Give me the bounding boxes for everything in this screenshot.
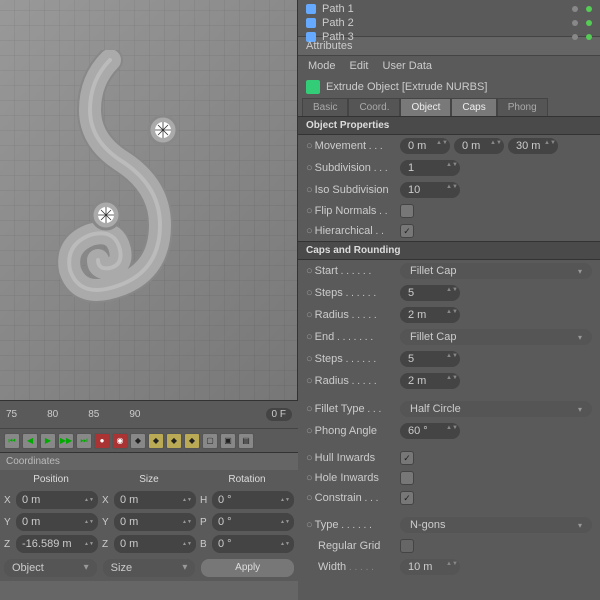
pos-x[interactable]: 0 m▲▼: [16, 491, 98, 509]
hull-inwards-checkbox[interactable]: ✓: [400, 451, 414, 465]
start-steps-field[interactable]: 5▲▼: [400, 285, 460, 301]
tick: 80: [47, 409, 58, 420]
fillet-type-dropdown[interactable]: Half Circle: [400, 401, 592, 417]
tick: 75: [6, 409, 17, 420]
rot-b[interactable]: 0 °▲▼: [212, 535, 294, 553]
movement-y[interactable]: 0 m▲▼: [454, 138, 504, 154]
width-field: 10 m▲▼: [400, 559, 460, 575]
path-icon: [306, 4, 316, 14]
constrain-checkbox[interactable]: ✓: [400, 491, 414, 505]
key-scale-button[interactable]: ◆: [166, 433, 182, 449]
menu-edit[interactable]: Edit: [350, 60, 369, 72]
section-caps: Caps and Rounding: [298, 241, 600, 260]
end-cap-dropdown[interactable]: Fillet Cap: [400, 329, 592, 345]
movement-z[interactable]: 30 m▲▼: [508, 138, 558, 154]
key-pla-button[interactable]: ▣: [220, 433, 236, 449]
tab-basic[interactable]: Basic: [302, 98, 348, 116]
transport-bar: ⏮ ◀ ▶ ▶▶ ⏭ ● ◉ ◆ ◆ ◆ ◆ ▢ ▣ ▤: [0, 428, 298, 452]
key-param-button[interactable]: ▢: [202, 433, 218, 449]
size-z[interactable]: 0 m▲▼: [114, 535, 196, 553]
end-radius-field[interactable]: 2 m▲▼: [400, 373, 460, 389]
extrude-shape: [20, 50, 200, 330]
play-start-button[interactable]: ⏮: [4, 433, 20, 449]
extrude-icon: [306, 80, 320, 94]
tree-item: Path 1: [306, 2, 592, 16]
apply-button[interactable]: Apply: [201, 559, 294, 577]
menu-mode[interactable]: Mode: [308, 60, 336, 72]
start-cap-dropdown[interactable]: Fillet Cap: [400, 263, 592, 279]
col-header: Position: [4, 472, 98, 487]
path-icon: [306, 18, 316, 28]
key-button[interactable]: ◆: [130, 433, 146, 449]
tab-phong[interactable]: Phong: [497, 98, 548, 116]
record-button[interactable]: ●: [94, 433, 110, 449]
pos-y[interactable]: 0 m▲▼: [16, 513, 98, 531]
coordinates-panel: Coordinates Position Size Rotation X0 m▲…: [0, 452, 298, 581]
play-back-button[interactable]: ◀: [22, 433, 38, 449]
tab-object[interactable]: Object: [400, 98, 451, 116]
play-button[interactable]: ▶: [40, 433, 56, 449]
key-anim-button[interactable]: ▤: [238, 433, 254, 449]
autokey-button[interactable]: ◉: [112, 433, 128, 449]
hole-inwards-checkbox[interactable]: [400, 471, 414, 485]
end-steps-field[interactable]: 5▲▼: [400, 351, 460, 367]
col-header: Size: [102, 472, 196, 487]
attr-menu: Mode Edit User Data: [298, 56, 600, 76]
size-y[interactable]: 0 m▲▼: [114, 513, 196, 531]
tick: 90: [129, 409, 140, 420]
coords-mode-dropdown[interactable]: Object: [4, 559, 97, 577]
phong-angle-field[interactable]: 60 °▲▼: [400, 423, 460, 439]
frame-display[interactable]: 0 F: [266, 408, 292, 421]
key-pos-button[interactable]: ◆: [148, 433, 164, 449]
menu-userdata[interactable]: User Data: [383, 60, 433, 72]
tabs: Basic Coord. Object Caps Phong: [298, 98, 600, 116]
tab-caps[interactable]: Caps: [451, 98, 496, 116]
viewport-3d[interactable]: [0, 0, 298, 400]
size-x[interactable]: 0 m▲▼: [114, 491, 196, 509]
hierarchical-checkbox[interactable]: ✓: [400, 224, 414, 238]
iso-field[interactable]: 10▲▼: [400, 182, 460, 198]
start-radius-field[interactable]: 2 m▲▼: [400, 307, 460, 323]
object-title: Extrude Object [Extrude NURBS]: [326, 81, 487, 93]
regular-grid-checkbox: [400, 539, 414, 553]
flip-normals-checkbox[interactable]: [400, 204, 414, 218]
subdivision-field[interactable]: 1▲▼: [400, 160, 460, 176]
play-end-button[interactable]: ⏭: [76, 433, 92, 449]
section-object-props: Object Properties: [298, 116, 600, 135]
coords-size-dropdown[interactable]: Size: [103, 559, 196, 577]
pos-z[interactable]: -16.589 m▲▼: [16, 535, 98, 553]
key-rot-button[interactable]: ◆: [184, 433, 200, 449]
timeline-ruler[interactable]: 75 80 85 90 0 F: [0, 400, 298, 428]
rot-p[interactable]: 0 °▲▼: [212, 513, 294, 531]
object-tree[interactable]: Path 1 Path 2 Path 3: [298, 0, 600, 36]
rot-h[interactable]: 0 °▲▼: [212, 491, 294, 509]
type-dropdown[interactable]: N-gons: [400, 517, 592, 533]
tree-item: Path 2: [306, 16, 592, 30]
panel-title: Attributes: [306, 40, 352, 52]
movement-x[interactable]: 0 m▲▼: [400, 138, 450, 154]
tab-coord[interactable]: Coord.: [348, 98, 400, 116]
coords-title: Coordinates: [0, 453, 298, 470]
tick: 85: [88, 409, 99, 420]
col-header: Rotation: [200, 472, 294, 487]
attribute-manager: Path 1 Path 2 Path 3 Attributes Mode Edi…: [298, 0, 600, 600]
play-fwd-button[interactable]: ▶▶: [58, 433, 74, 449]
